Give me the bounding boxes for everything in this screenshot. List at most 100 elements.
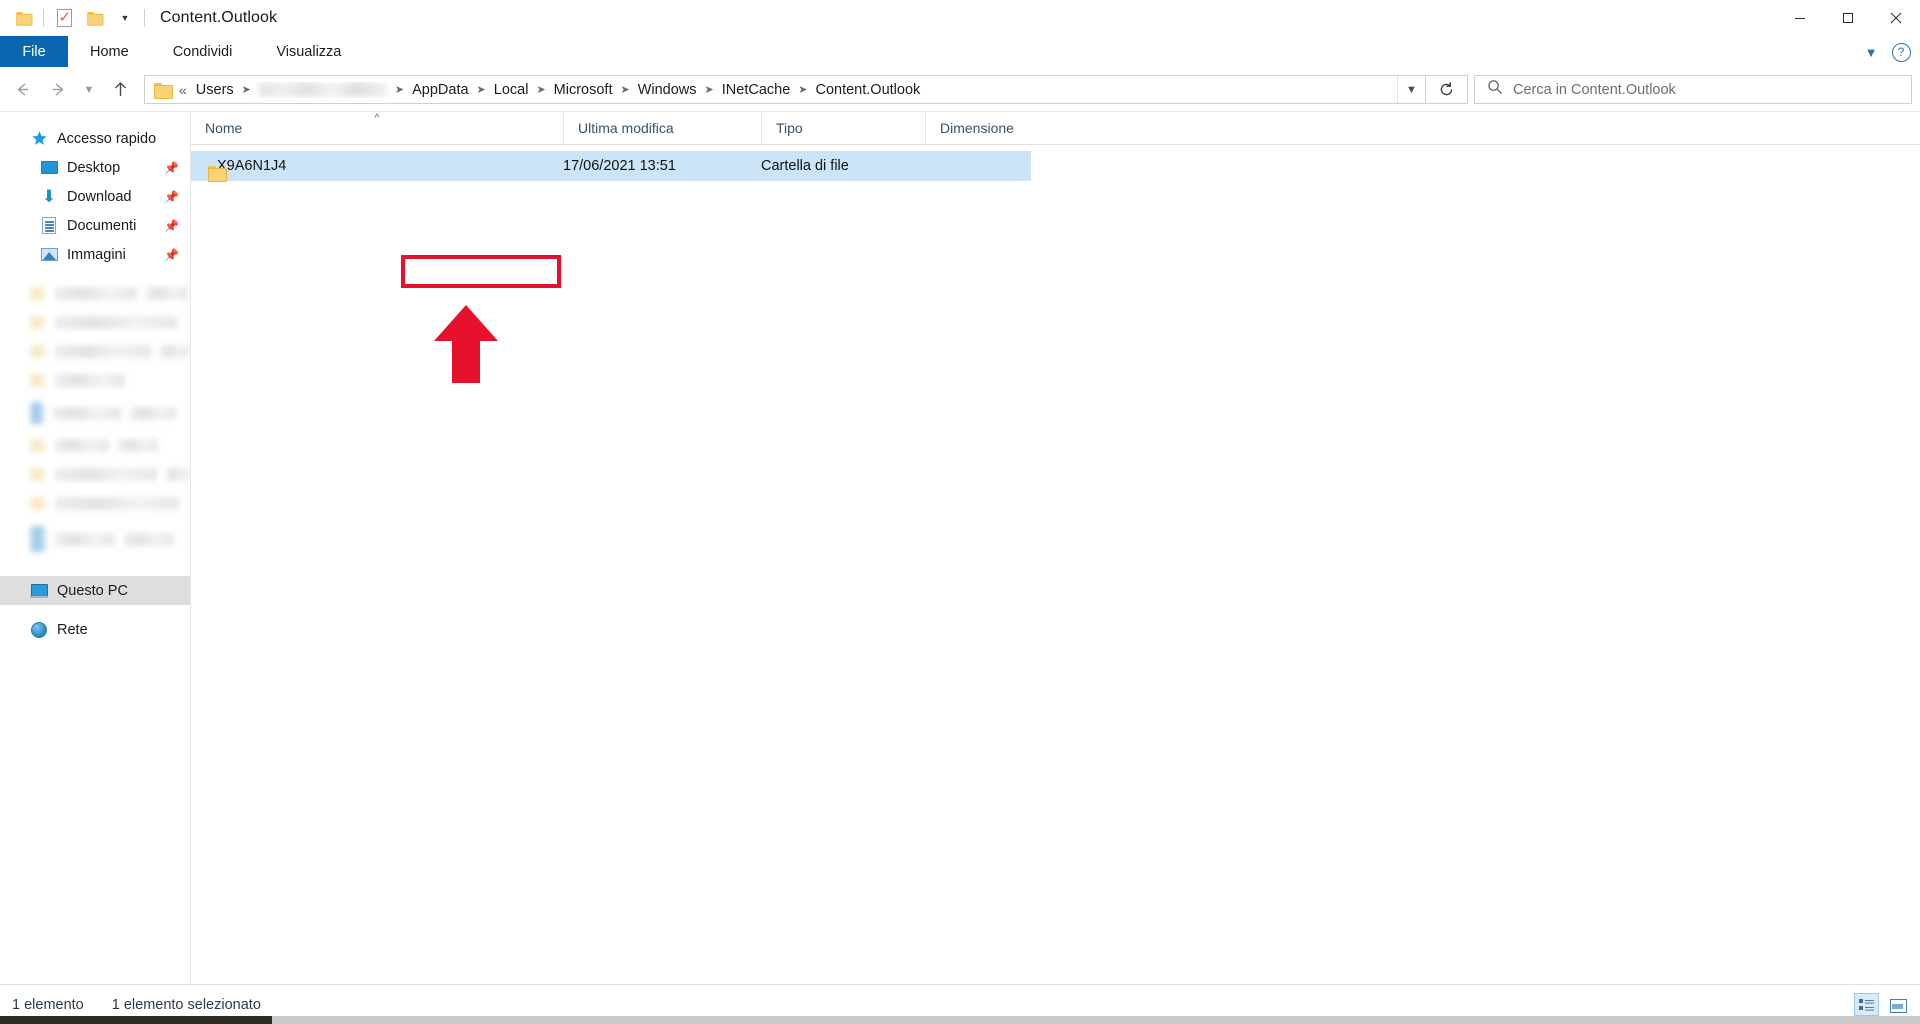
breadcrumb-item-content-outlook[interactable]: Content.Outlook — [809, 82, 926, 98]
sidebar-redacted-item[interactable] — [0, 279, 190, 308]
up-button[interactable] — [102, 72, 138, 108]
sidebar-item-label: Questo PC — [57, 582, 128, 599]
pictures-icon — [40, 246, 58, 264]
sidebar-item-quick-access[interactable]: Accesso rapido — [0, 124, 190, 153]
refresh-button[interactable] — [1426, 75, 1468, 104]
scrollbar-track[interactable] — [272, 1016, 1920, 1024]
new-folder-icon[interactable] — [79, 3, 109, 33]
column-headers: ^ Nome Ultima modifica Tipo Dimensione — [191, 111, 1920, 145]
column-label: Ultima modifica — [578, 120, 674, 136]
cell-modified: 17/06/2021 13:51 — [563, 158, 676, 174]
sidebar-item-label: Rete — [57, 621, 88, 638]
sidebar-item-label: Desktop — [67, 159, 121, 176]
help-icon[interactable]: ? — [1888, 39, 1914, 65]
back-button[interactable] — [4, 72, 40, 108]
sidebar-redacted-item[interactable] — [0, 518, 190, 560]
breadcrumb-separator[interactable]: ➤ — [703, 83, 716, 96]
pin-icon[interactable]: 📌 — [164, 190, 179, 204]
cell-name: X9A6N1J4 — [191, 158, 563, 174]
properties-icon[interactable] — [49, 3, 79, 33]
breadcrumb-overflow[interactable]: « — [179, 82, 190, 98]
minimize-button[interactable] — [1776, 0, 1824, 36]
sidebar-redacted-item[interactable] — [0, 489, 190, 518]
sidebar-item-network[interactable]: Rete — [0, 615, 190, 644]
large-icons-view-button[interactable] — [1885, 993, 1910, 1016]
sidebar-redacted-item[interactable] — [0, 431, 190, 460]
forward-button[interactable] — [40, 72, 76, 108]
sidebar-redacted-item[interactable] — [0, 337, 190, 366]
search-box[interactable]: Cerca in Content.Outlook — [1474, 75, 1912, 104]
chevron-down-icon[interactable]: ▼ — [1858, 39, 1884, 65]
ribbon-right-controls: ▼ ? — [1858, 36, 1914, 68]
download-icon: ⬇ — [41, 187, 57, 206]
pin-icon[interactable]: 📌 — [164, 248, 179, 262]
details-view-button[interactable] — [1854, 993, 1879, 1016]
breadcrumb-separator[interactable]: ➤ — [796, 83, 809, 96]
sidebar-item-documents[interactable]: Documenti 📌 — [0, 211, 190, 240]
address-folder-icon — [145, 82, 179, 99]
toolbar-divider-2 — [144, 9, 145, 27]
window-controls — [1776, 0, 1920, 36]
close-button[interactable] — [1872, 0, 1920, 36]
table-row[interactable]: X9A6N1J4 17/06/2021 13:51 Cartella di fi… — [191, 151, 1031, 181]
breadcrumb-separator[interactable]: ➤ — [393, 83, 406, 96]
breadcrumb-item-user-redacted[interactable] — [258, 82, 387, 97]
breadcrumb-item-microsoft[interactable]: Microsoft — [548, 82, 619, 98]
tab-file[interactable]: File — [0, 36, 68, 67]
breadcrumb-item-users[interactable]: Users — [190, 82, 240, 98]
annotation-highlight-box — [401, 255, 561, 288]
tab-view[interactable]: Visualizza — [254, 36, 363, 67]
breadcrumb-item-appdata[interactable]: AppData — [406, 82, 474, 98]
breadcrumb-separator[interactable]: ➤ — [618, 83, 631, 96]
sidebar-item-label: Download — [67, 188, 132, 205]
folder-icon[interactable] — [8, 3, 38, 33]
breadcrumb-separator[interactable]: ➤ — [475, 83, 488, 96]
sort-ascending-icon: ^ — [374, 112, 380, 124]
pin-icon[interactable]: 📌 — [164, 161, 179, 175]
column-header-size[interactable]: Dimensione — [925, 111, 1035, 145]
network-icon — [30, 621, 48, 639]
explorer-body: Accesso rapido Desktop 📌 ⬇ Download 📌 Do… — [0, 111, 1920, 984]
sidebar-item-desktop[interactable]: Desktop 📌 — [0, 153, 190, 182]
address-history-caret-icon[interactable]: ▼ — [1397, 76, 1425, 103]
column-label: Nome — [205, 120, 243, 136]
sidebar-redacted-item[interactable] — [0, 395, 190, 431]
toolbar-divider — [43, 9, 44, 27]
breadcrumb-separator[interactable]: ➤ — [240, 83, 253, 96]
file-explorer-window: ▼ Content.Outlook File Home Condividi Vi… — [0, 0, 1920, 1024]
sidebar-item-label: Immagini — [67, 246, 126, 263]
sidebar-item-pictures[interactable]: Immagini 📌 — [0, 240, 190, 269]
status-item-count: 1 elemento — [12, 996, 84, 1013]
sidebar-item-download[interactable]: ⬇ Download 📌 — [0, 182, 190, 211]
breadcrumb-item-local[interactable]: Local — [488, 82, 535, 98]
sidebar-redacted-item[interactable] — [0, 366, 190, 395]
column-header-type[interactable]: Tipo — [761, 111, 925, 145]
customize-caret-icon[interactable]: ▼ — [109, 3, 139, 33]
address-bar[interactable]: « Users ➤ ➤ AppData ➤ Local ➤ Microsoft … — [144, 75, 1426, 104]
this-pc-icon — [30, 582, 48, 600]
maximize-button[interactable] — [1824, 0, 1872, 36]
view-buttons — [1854, 993, 1910, 1016]
sidebar-redacted-item[interactable] — [0, 308, 190, 337]
horizontal-scrollbar[interactable] — [0, 1016, 1920, 1024]
column-header-modified[interactable]: Ultima modifica — [563, 111, 761, 145]
scrollbar-thumb[interactable] — [0, 1016, 272, 1024]
quick-access-toolbar: ▼ — [0, 0, 150, 36]
breadcrumb-item-windows[interactable]: Windows — [632, 82, 703, 98]
column-label: Tipo — [776, 120, 803, 136]
status-selection: 1 elemento selezionato — [111, 996, 261, 1013]
pin-icon[interactable]: 📌 — [164, 219, 179, 233]
sidebar-redacted-item[interactable] — [0, 460, 190, 489]
tab-share[interactable]: Condividi — [151, 36, 255, 67]
column-header-name[interactable]: ^ Nome — [191, 112, 563, 145]
ribbon-tab-bar: File Home Condividi Visualizza ▼ ? — [0, 36, 1920, 68]
column-label: Dimensione — [940, 120, 1014, 136]
breadcrumb-item-inetcache[interactable]: INetCache — [716, 82, 797, 98]
tab-home[interactable]: Home — [68, 36, 151, 67]
navigation-pane: Accesso rapido Desktop 📌 ⬇ Download 📌 Do… — [0, 112, 191, 984]
address-bar-row: ▼ « Users ➤ ➤ AppData ➤ Local ➤ Microsof… — [0, 68, 1920, 112]
breadcrumb-separator[interactable]: ➤ — [534, 83, 547, 96]
search-input[interactable]: Cerca in Content.Outlook — [1513, 82, 1676, 98]
recent-locations-button[interactable]: ▼ — [76, 72, 102, 108]
sidebar-item-this-pc[interactable]: Questo PC — [0, 576, 190, 605]
